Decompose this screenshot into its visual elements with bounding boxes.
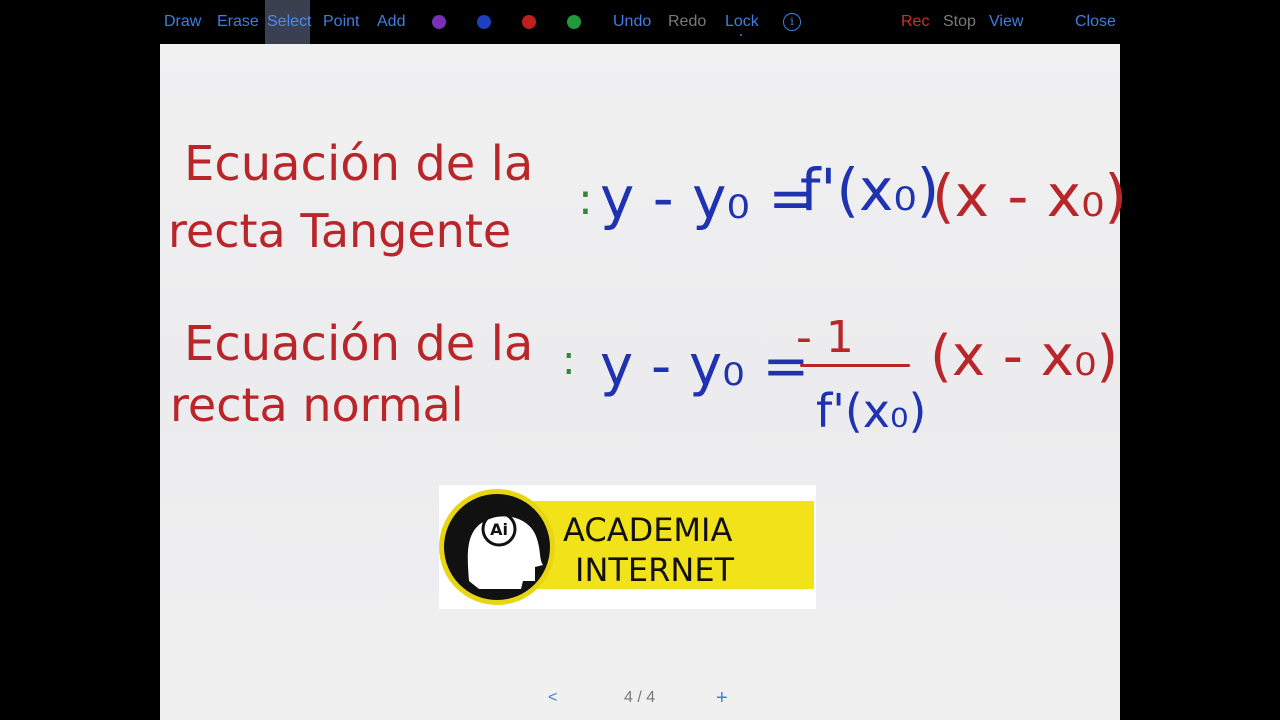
color-purple-swatch[interactable] — [432, 15, 446, 29]
lock-indicator — [740, 34, 742, 36]
tangent-formula-paren: (x - x₀) — [932, 162, 1127, 230]
logo-line1: ACADEMIA — [563, 511, 732, 549]
point-button[interactable]: Point — [323, 0, 359, 44]
fraction-bar — [800, 364, 910, 367]
close-button[interactable]: Close — [1075, 0, 1116, 44]
tangent-formula-derivative: f'(x₀) — [800, 156, 940, 224]
normal-formula-paren: (x - x₀) — [930, 324, 1119, 389]
redo-button[interactable]: Redo — [668, 0, 706, 44]
page-indicator: 4 / 4 — [624, 689, 656, 706]
normal-formula-lhs: y - y₀ = — [600, 334, 810, 399]
normal-label-line1: Ecuación de la — [184, 316, 534, 372]
tangent-label-line1: Ecuación de la — [184, 136, 534, 192]
logo-graphic: Ai ACADEMIA INTERNET — [439, 489, 814, 605]
normal-numerator: - 1 — [796, 312, 854, 363]
select-button[interactable]: Select — [265, 0, 311, 44]
logo-badge: Ai — [490, 520, 508, 539]
whiteboard[interactable]: Ecuación de la recta Tangente : y - y₀ =… — [160, 44, 1127, 720]
normal-colon: : — [562, 338, 576, 384]
color-green-swatch[interactable] — [567, 15, 581, 29]
view-button[interactable]: View — [989, 0, 1023, 44]
add-button[interactable]: Add — [377, 0, 405, 44]
color-red-swatch[interactable] — [522, 15, 536, 29]
logo-line2: INTERNET — [575, 551, 735, 589]
color-blue-swatch[interactable] — [477, 15, 491, 29]
normal-label-line2: recta normal — [170, 378, 464, 432]
toolbar: Draw Erase Select Point Add Undo Redo Lo… — [0, 0, 1280, 44]
tangent-label-line2: recta Tangente — [168, 204, 512, 258]
info-icon[interactable]: i — [783, 13, 801, 31]
normal-denominator: f'(x₀) — [816, 384, 927, 438]
stop-button[interactable]: Stop — [943, 0, 976, 44]
tangent-formula-lhs: y - y₀ = — [600, 164, 817, 232]
academia-internet-logo: Ai ACADEMIA INTERNET — [439, 485, 816, 609]
rec-button[interactable]: Rec — [901, 0, 929, 44]
draw-button[interactable]: Draw — [164, 0, 201, 44]
tangent-colon: : — [578, 174, 593, 225]
erase-button[interactable]: Erase — [217, 0, 259, 44]
prev-page-button[interactable]: < — [548, 680, 557, 716]
add-page-button[interactable]: + — [716, 680, 728, 716]
undo-button[interactable]: Undo — [613, 0, 651, 44]
lock-button[interactable]: Lock — [725, 0, 759, 44]
